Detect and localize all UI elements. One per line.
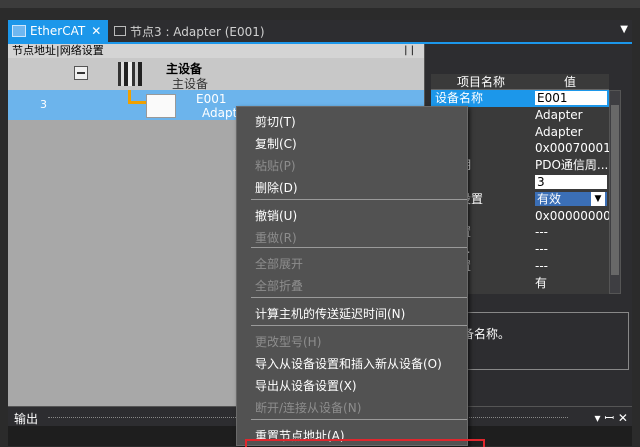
property-value-select[interactable]: 有效 ▼ bbox=[535, 191, 607, 206]
tab-node3-adapter[interactable]: 节点3 : Adapter (E001) bbox=[110, 20, 300, 42]
ethercat-icon bbox=[12, 25, 26, 37]
topology-header: 节点地址|网络设置 | | bbox=[8, 44, 424, 58]
menu-separator bbox=[251, 247, 467, 248]
menu-item: 断开/连接从设备(N) bbox=[255, 401, 362, 415]
collapse-icon[interactable] bbox=[74, 66, 88, 80]
property-value: --- bbox=[535, 258, 609, 275]
property-value: --- bbox=[535, 224, 609, 241]
slave-device-icon bbox=[146, 94, 176, 118]
property-value-text: --- bbox=[535, 225, 548, 240]
property-scrollbar[interactable] bbox=[609, 90, 621, 294]
property-value: Adapter bbox=[535, 107, 609, 124]
property-value-text: 0x00000000 bbox=[535, 208, 609, 223]
output-title: 输出 bbox=[14, 412, 39, 426]
menu-item: 更改型号(H) bbox=[255, 335, 322, 349]
property-value-input[interactable]: E001 bbox=[535, 91, 607, 105]
dropdown-arrow-icon[interactable]: ▼ bbox=[591, 191, 605, 206]
menu-item[interactable]: 导出从设备设置(X) bbox=[237, 375, 467, 397]
menu-separator bbox=[251, 325, 467, 326]
property-value-text: Adapter bbox=[535, 107, 583, 122]
property-value: 0x00070001 bbox=[535, 140, 609, 157]
property-value-text: 有 bbox=[535, 275, 548, 290]
property-value: Adapter bbox=[535, 124, 609, 141]
menu-item: 重做(R) bbox=[255, 231, 297, 245]
node-address: 3 bbox=[40, 98, 47, 111]
tab-overflow-dropdown-icon[interactable]: ▼ bbox=[620, 24, 628, 35]
menu-separator bbox=[251, 199, 467, 200]
property-value-text: PDO通信周... bbox=[535, 158, 609, 173]
menu-item: 全部展开 bbox=[255, 257, 304, 271]
property-value: --- bbox=[535, 241, 609, 258]
connection-line bbox=[128, 90, 148, 104]
menu-item[interactable]: 复制(C) bbox=[237, 133, 467, 155]
property-row[interactable]: 设备名称 E001 bbox=[431, 90, 609, 107]
menu-separator bbox=[251, 297, 467, 298]
property-value-text: --- bbox=[535, 259, 548, 273]
tab-ethercat[interactable]: EtherCAT ✕ bbox=[8, 20, 108, 42]
property-name: 设备名称 bbox=[435, 91, 484, 105]
property-value: 有 bbox=[535, 275, 609, 292]
document-tab-bar: EtherCAT ✕ 节点3 : Adapter (E001) ▼ bbox=[8, 20, 632, 42]
slave-name: E001 bbox=[196, 92, 227, 106]
menu-item[interactable]: 撤销(U) bbox=[237, 205, 467, 227]
column-header-name: 项目名称 bbox=[431, 74, 531, 90]
menu-item[interactable]: 计算主机的传送延迟时间(N) bbox=[237, 303, 467, 325]
tab-label: 节点3 : Adapter (E001) bbox=[130, 24, 265, 39]
context-menu: 剪切(T) 复制(C) 粘贴(P) 删除(D) 撤销(U) 重做(R) 全部展开全部折叠计算… bbox=[236, 106, 485, 447]
menu-item[interactable]: 导入从设备设置和插入新从设备(O) bbox=[237, 353, 467, 375]
window-frame bbox=[0, 0, 640, 8]
menu-item[interactable]: 剪切(T) bbox=[237, 111, 467, 133]
property-value-text: 有效 bbox=[537, 191, 562, 206]
property-value-text: Adapter bbox=[535, 124, 583, 139]
close-tab-icon[interactable]: ✕ bbox=[91, 24, 101, 38]
tab-label: EtherCAT bbox=[30, 24, 86, 38]
property-value-text: --- bbox=[535, 242, 548, 257]
menu-item: 全部折叠 bbox=[255, 279, 304, 293]
property-value: 0x00000000 bbox=[535, 208, 609, 225]
property-value-text: 3 bbox=[537, 175, 545, 189]
menu-item: 粘贴(P) bbox=[255, 159, 296, 173]
property-value: PDO通信周... bbox=[535, 157, 609, 174]
device-icon bbox=[114, 26, 126, 36]
column-splitter[interactable]: | | bbox=[404, 44, 414, 58]
header-title: 节点地址|网络设置 bbox=[12, 44, 104, 57]
property-value-text: 0x00070001 bbox=[535, 141, 609, 156]
column-header-value: 值 bbox=[531, 74, 609, 90]
property-value-text: E001 bbox=[537, 91, 568, 105]
master-device-icon bbox=[118, 62, 142, 86]
scrollbar-thumb[interactable] bbox=[611, 105, 619, 275]
menu-separator bbox=[251, 419, 467, 420]
property-value-input[interactable]: 3 bbox=[535, 175, 607, 189]
panel-controls[interactable]: ▾ ꟷ ✕ bbox=[595, 409, 628, 426]
master-device-row[interactable]: 主设备 主设备 bbox=[8, 58, 424, 91]
menu-item[interactable]: 删除(D) bbox=[237, 177, 467, 199]
